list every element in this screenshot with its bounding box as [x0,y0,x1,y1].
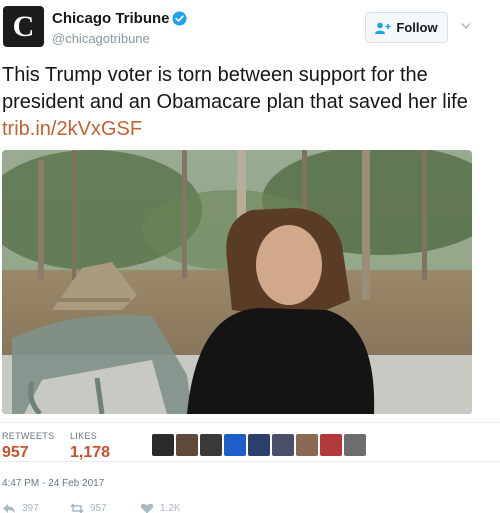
tweet-link[interactable]: trib.in/2kVxGSF [2,118,142,140]
chevron-down-icon[interactable] [461,22,471,30]
reply-icon [3,504,15,513]
likes-stat[interactable]: LIKES 1,178 [70,431,110,462]
retweet-icon [70,503,84,513]
follow-label: Follow [396,20,438,35]
retweets-stat[interactable]: RETWEETS 957 [2,431,54,462]
follow-button[interactable]: Follow [365,12,448,43]
photo-image [2,150,472,414]
account-handle[interactable]: @chicagotribune [52,31,150,46]
liker-avatar[interactable] [224,434,246,456]
tweet-text: This Trump voter is torn between support… [2,62,487,143]
liker-avatar[interactable] [152,434,174,456]
liker-avatar[interactable] [272,434,294,456]
like-button[interactable]: 1.2K [140,503,181,513]
liker-avatar[interactable] [296,434,318,456]
like-count: 1.2K [160,503,181,513]
tweet-body: This Trump voter is torn between support… [2,64,468,113]
liker-avatar[interactable] [344,434,366,456]
likes-count: 1,178 [70,444,111,461]
tweet-header: C Chicago Tribune @chicagotribune Follow [0,0,500,58]
liker-avatar[interactable] [320,434,342,456]
tweet-actions: 397 957 1.2K [0,500,500,513]
retweet-count: 957 [90,503,107,513]
avatar[interactable]: C [3,6,44,47]
liker-avatar[interactable] [200,434,222,456]
retweet-button[interactable]: 957 [70,503,107,513]
follow-person-icon [375,22,391,34]
avatar-logo: C [12,9,35,43]
liker-avatars [152,434,366,456]
retweets-count: 957 [2,444,29,461]
reply-count: 397 [22,503,39,513]
retweets-label: RETWEETS [2,431,55,441]
heart-icon [140,503,154,513]
likes-label: LIKES [70,431,98,441]
tweet-photo[interactable] [2,150,472,414]
liker-avatar[interactable] [248,434,270,456]
liker-avatar[interactable] [176,434,198,456]
account-name[interactable]: Chicago Tribune [52,10,170,27]
verified-icon [172,11,187,26]
tweet-stats: RETWEETS 957 LIKES 1,178 [0,422,500,462]
reply-button[interactable]: 397 [2,503,39,513]
tweet-timestamp[interactable]: 4:47 PM - 24 Feb 2017 [2,478,104,489]
